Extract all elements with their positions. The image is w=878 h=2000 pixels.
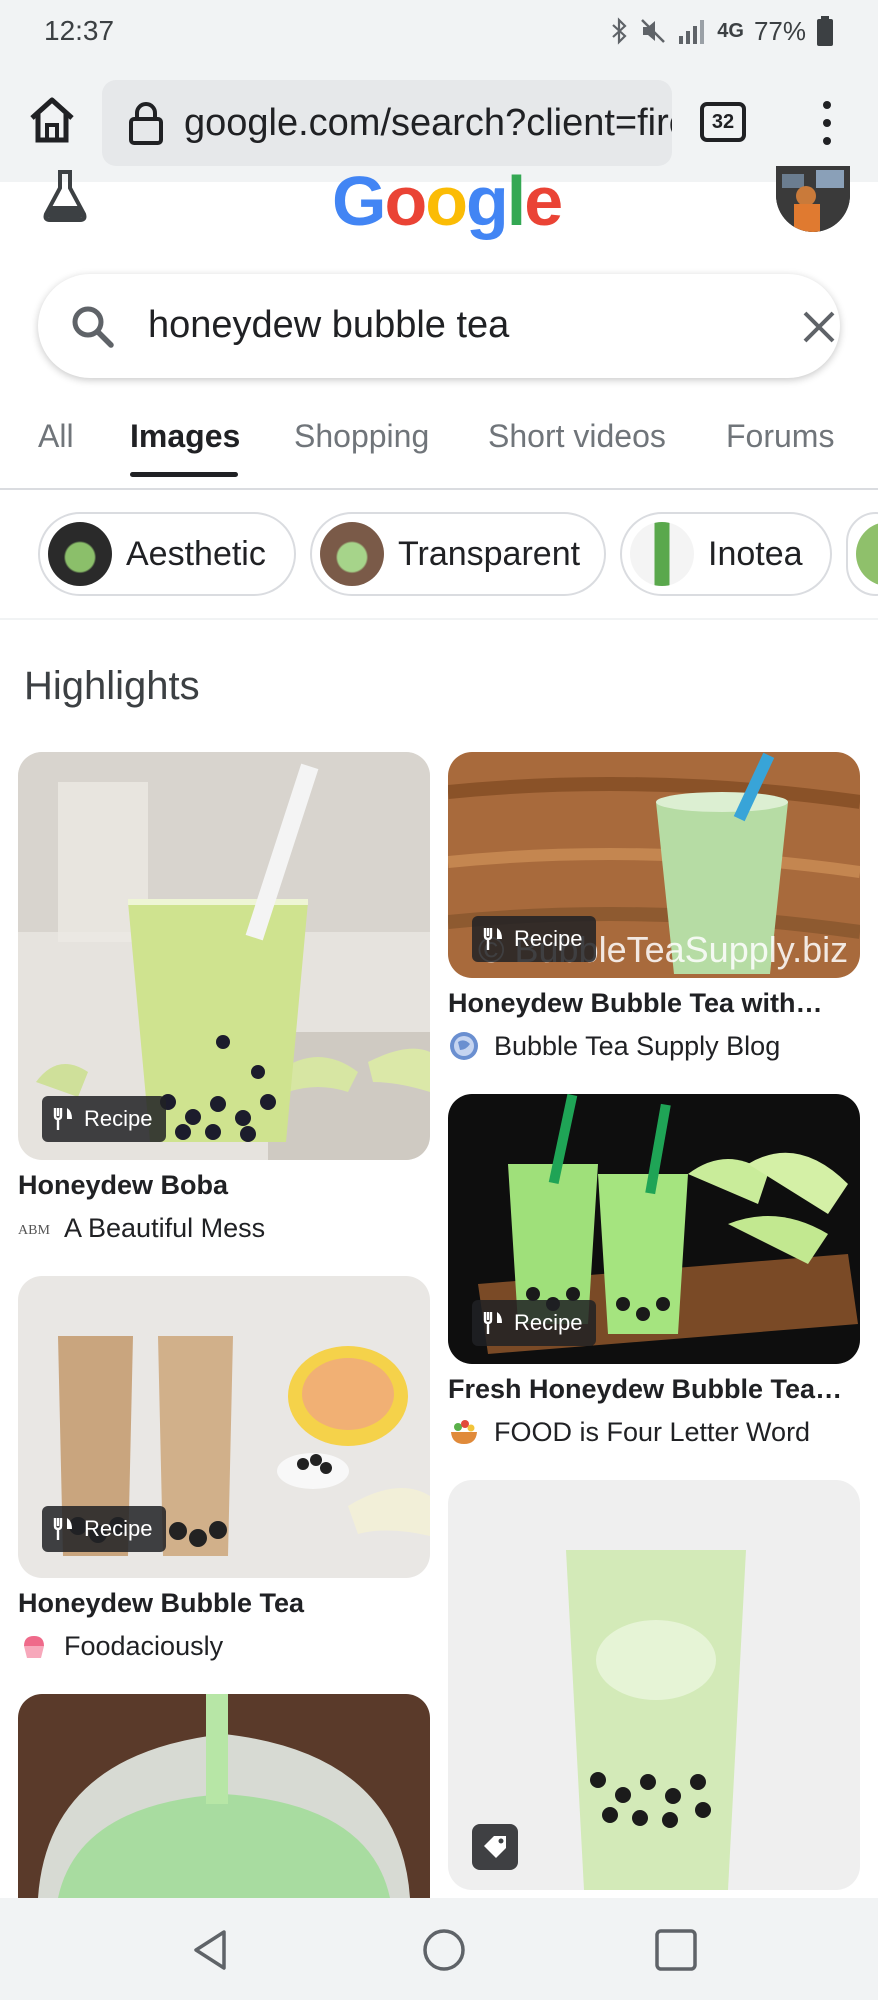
result-source[interactable]: Bubble Tea Supply Blog (448, 1030, 780, 1062)
network-type: 4G (717, 19, 744, 42)
recipe-badge: Recipe (472, 1300, 597, 1346)
tab-shopping[interactable]: Shopping (294, 418, 429, 455)
result-source-name: FOOD is Four Letter Word (494, 1416, 811, 1447)
clear-search-icon[interactable] (802, 310, 836, 344)
fork-knife-icon (53, 1518, 72, 1540)
result-source-name: A Beautiful Mess (64, 1212, 266, 1243)
result-image-partial[interactable] (18, 1694, 430, 1898)
recipe-badge: Recipe (42, 1096, 167, 1142)
battery-percent: 77% (753, 15, 806, 46)
search-box[interactable]: honeydew bubble tea (38, 274, 840, 378)
result-source-name: Bubble Tea Supply Blog (494, 1030, 781, 1061)
recipe-label: Recipe (84, 1106, 153, 1131)
status-icons: 4G 77% (611, 16, 834, 47)
recipe-badge: Recipe (42, 1506, 167, 1552)
system-navigation-bar (0, 1898, 878, 2000)
section-title: Highlights (24, 664, 200, 708)
mute-icon (641, 19, 666, 43)
svg-text:ABM: ABM (18, 1223, 50, 1238)
tab-count: 32 (711, 110, 735, 133)
battery-icon (817, 16, 833, 46)
status-bar: 12:37 4G 77% (0, 0, 878, 62)
result-title[interactable]: Fresh Honeydew Bubble Tea… (448, 1374, 842, 1405)
home-icon[interactable] (26, 94, 78, 146)
result-title[interactable]: Honeydew Boba (18, 1170, 228, 1201)
chip-label: Inotea (708, 534, 803, 573)
result-title[interactable]: Honeydew Bubble Tea with… (448, 988, 823, 1019)
url-text: google.com/search?client=firef (184, 101, 672, 144)
tab-forums[interactable]: Forums (726, 418, 834, 455)
refinement-chips: Aesthetic Transparent Inotea (0, 490, 878, 620)
recent-apps-icon[interactable] (652, 1926, 700, 1974)
fork-knife-icon (483, 928, 502, 950)
signal-icon (679, 20, 705, 44)
recipe-badge: Recipe (472, 916, 597, 962)
result-source-name: Foodaciously (64, 1630, 224, 1661)
url-field[interactable]: google.com/search?client=firef (102, 80, 672, 166)
status-time: 12:37 (44, 15, 115, 46)
cupcake-icon (24, 1636, 44, 1658)
chip-thumbnail (48, 522, 112, 586)
bluetooth-icon (612, 17, 627, 45)
result-image-foodaciously[interactable]: Recipe (18, 1276, 430, 1578)
result-title[interactable]: Honeydew Bubble Tea (18, 1588, 304, 1619)
search-icon[interactable] (70, 304, 114, 348)
globe-icon (450, 1032, 478, 1060)
chip-thumbnail (856, 522, 878, 586)
price-tag-icon (484, 1836, 506, 1858)
recipe-label: Recipe (84, 1516, 153, 1541)
back-icon[interactable] (188, 1926, 236, 1974)
chip-more[interactable] (846, 512, 878, 596)
fork-knife-icon (483, 1312, 502, 1334)
result-image-bubble-tea-supply[interactable]: © BubbleTeaSupply.biz Recipe (448, 752, 860, 978)
active-tab-indicator (130, 472, 238, 477)
tab-switcher-button[interactable]: 32 (700, 102, 746, 142)
chip-thumbnail (630, 522, 694, 586)
home-circle-icon[interactable] (420, 1926, 468, 1974)
product-tag-badge (472, 1824, 518, 1870)
result-source[interactable]: FOOD is Four Letter Word (448, 1416, 810, 1448)
tab-short-videos[interactable]: Short videos (488, 418, 666, 455)
result-image-fresh-honeydew[interactable]: Recipe (448, 1094, 860, 1364)
more-menu-icon[interactable] (820, 98, 834, 148)
search-tabs: All Images Shopping Short videos Forums (0, 410, 878, 490)
tab-all[interactable]: All (38, 418, 74, 455)
result-image-honeydew-boba[interactable]: Recipe (18, 752, 430, 1160)
chip-transparent[interactable]: Transparent (310, 512, 606, 596)
chip-label: Aesthetic (126, 534, 266, 573)
result-source[interactable]: Foodaciously (18, 1630, 223, 1662)
food-bowl-icon (451, 1420, 477, 1444)
recipe-label: Recipe (514, 1310, 583, 1335)
labs-flask-icon[interactable] (40, 170, 90, 222)
recipe-label: Recipe (514, 926, 583, 951)
tab-images[interactable]: Images (130, 418, 240, 455)
chip-aesthetic[interactable]: Aesthetic (38, 512, 296, 596)
chip-thumbnail (320, 522, 384, 586)
search-input[interactable]: honeydew bubble tea (148, 304, 509, 347)
result-source[interactable]: ABM A Beautiful Mess (18, 1212, 265, 1244)
google-logo[interactable]: Google (332, 166, 563, 236)
chip-inotea[interactable]: Inotea (620, 512, 832, 596)
a-beautiful-mess-logo-icon: ABM (18, 1223, 50, 1238)
account-avatar[interactable] (776, 166, 850, 232)
chip-label: Transparent (398, 534, 581, 573)
result-image-green-tea[interactable] (448, 1480, 860, 1890)
lock-icon (129, 102, 163, 145)
fork-knife-icon (53, 1108, 72, 1130)
